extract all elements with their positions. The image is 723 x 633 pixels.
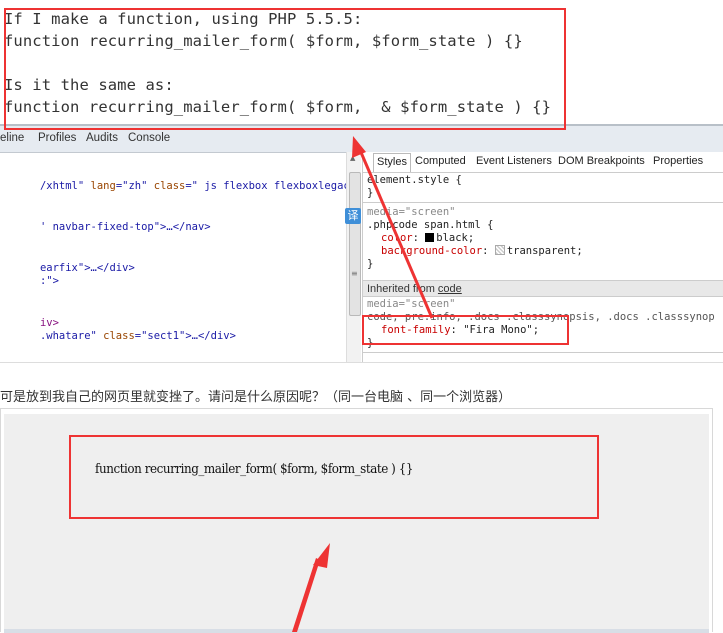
divider — [0, 362, 723, 363]
styles-pane: Styles Computed Event Listeners DOM Brea… — [362, 152, 723, 362]
attr-value: /xhtml" — [39, 180, 91, 192]
snippet-line: If I make a function, using PHP 5.5.5: — [4, 10, 363, 28]
rule-selector[interactable]: code, pre.info, .docs .classsynopsis, .d… — [367, 311, 715, 323]
property-value: black; — [436, 232, 475, 244]
grip-icon: ≡ — [351, 269, 358, 278]
translate-icon[interactable]: 译 — [345, 208, 361, 224]
attr-value: ="zh" — [115, 180, 154, 192]
attr-value: ' navbar-fixed-top">…</nav> — [39, 221, 211, 233]
tab-timeline[interactable]: eline — [0, 132, 24, 144]
dom-node-html[interactable]: /xhtml" lang="zh" class=" js flexbox fle… — [2, 168, 375, 204]
snippet-line: function recurring_mailer_form( $form, $… — [4, 32, 523, 50]
media-label: media="screen" — [367, 206, 456, 218]
divider — [363, 352, 723, 353]
property-name: background-color — [381, 245, 483, 257]
attr-value: ="sect1">…</div> — [134, 330, 236, 342]
color-swatch[interactable] — [494, 245, 505, 255]
color-swatch[interactable] — [425, 233, 435, 242]
dom-node-nav[interactable]: ' navbar-fixed-top">…</nav> — [2, 209, 211, 245]
scroll-up-icon[interactable]: ▲ — [350, 154, 355, 162]
tab-computed[interactable]: Computed — [415, 155, 466, 167]
css-property-font-family[interactable]: font-family: "Fira Mono"; — [381, 324, 539, 336]
snippet-line: Is it the same as: — [4, 76, 174, 94]
property-name: font-family — [381, 324, 451, 336]
devtools-panel: eline Profiles Audits Console /xhtml" la… — [0, 124, 723, 364]
inherited-link[interactable]: code — [438, 283, 462, 295]
devtools-tab-bar: eline Profiles Audits Console — [0, 124, 723, 153]
property-name: color — [381, 232, 413, 244]
tab-styles[interactable]: Styles — [373, 153, 411, 172]
tab-audits[interactable]: Audits — [86, 132, 118, 144]
close-brace: } — [367, 187, 374, 199]
inherited-label: Inherited from — [367, 283, 438, 295]
element-style-selector[interactable]: element.style { — [367, 174, 462, 186]
rule-selector[interactable]: .phpcode span.html { — [367, 219, 493, 231]
tab-console[interactable]: Console — [128, 132, 170, 144]
tab-event-listeners[interactable]: Event Listeners — [476, 155, 552, 167]
rendered-code-block — [0, 408, 713, 633]
horizontal-scrollbar[interactable] — [4, 629, 709, 633]
property-value: "Fira Mono"; — [463, 324, 540, 336]
styles-tab-bar: Styles Computed Event Listeners DOM Brea… — [363, 152, 723, 173]
close-brace: } — [367, 337, 374, 349]
media-label: media="screen" — [367, 298, 456, 310]
tab-profiles[interactable]: Profiles — [38, 132, 76, 144]
inherited-from-header: Inherited from code — [363, 280, 723, 297]
question-text: 可是放到我自己的网页里就变挫了。请问是什么原因呢？（同一台电脑 、同一个浏览器） — [0, 390, 512, 405]
divider — [363, 202, 723, 203]
css-property-background-color[interactable]: background-color: transparent; — [381, 245, 583, 257]
elements-tree: /xhtml" lang="zh" class=" js flexbox fle… — [0, 152, 375, 362]
dom-node-div[interactable]: :"> — [2, 263, 59, 299]
code-block-background — [4, 414, 709, 633]
css-property-color[interactable]: color: black; — [381, 232, 474, 244]
tab-dom-breakpoints[interactable]: DOM Breakpoints — [558, 155, 645, 167]
attr-name: lang — [90, 180, 116, 192]
scrollbar-thumb[interactable] — [349, 172, 361, 316]
dom-node-div-whatare[interactable]: .whatare" class="sect1">…</div> — [2, 318, 236, 354]
attr-value: :"> — [39, 275, 59, 287]
attr-name: class — [153, 180, 186, 192]
attr-value: .whatare" — [39, 330, 104, 342]
snippet-line: function recurring_mailer_form( $form, &… — [4, 98, 552, 116]
elements-scrollbar[interactable]: ▲ ≡ — [346, 152, 361, 362]
forum-question-code-snippet: If I make a function, using PHP 5.5.5: f… — [0, 0, 723, 124]
property-value: transparent; — [506, 245, 583, 257]
close-brace: } — [367, 258, 374, 270]
tab-properties[interactable]: Properties — [653, 155, 703, 167]
rendered-code-text: function recurring_mailer_form( $form, $… — [95, 462, 414, 477]
attr-name: class — [103, 330, 135, 342]
